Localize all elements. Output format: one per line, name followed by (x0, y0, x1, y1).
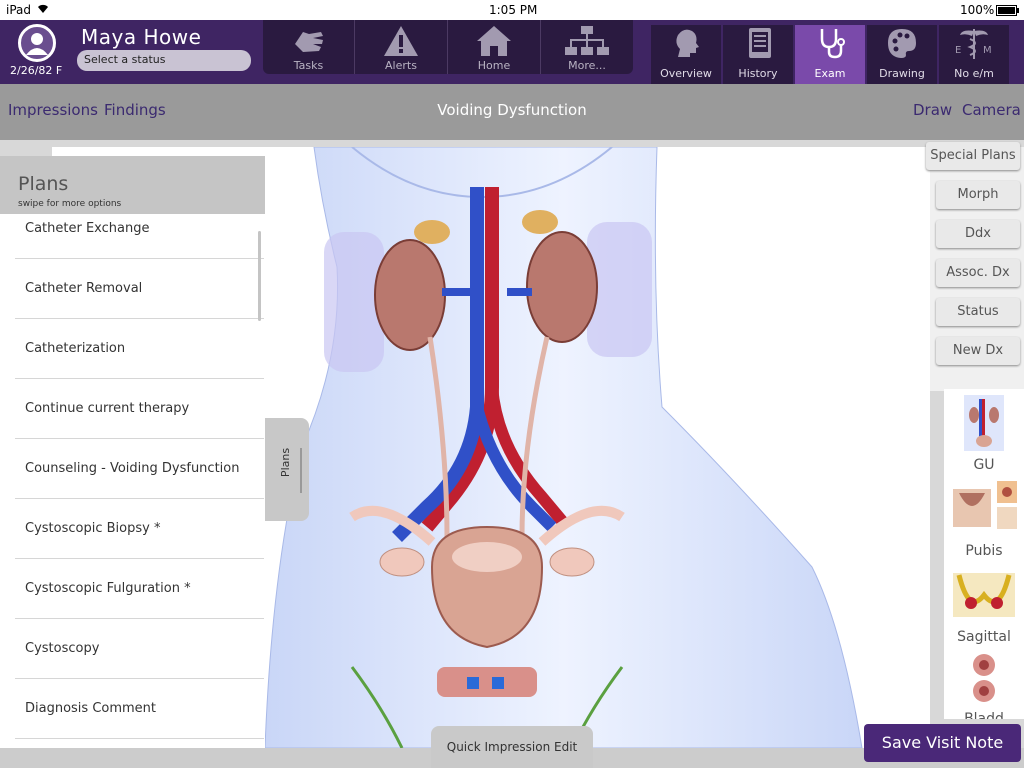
device-label: iPad (6, 3, 32, 17)
plans-scrollbar[interactable] (258, 231, 261, 321)
plans-drawer-tab[interactable]: Plans (265, 418, 309, 521)
nav-alerts[interactable]: Alerts (355, 20, 448, 74)
tab-overview[interactable]: Overview (651, 25, 721, 84)
top-navigation-bar: Maya Howe 2/26/82 F Select a status Task… (0, 20, 1024, 84)
thumb-pubis-label: Pubis (965, 543, 1003, 559)
thumb-sagittal-label: Sagittal (957, 629, 1011, 645)
plan-item[interactable]: Diagnosis Comment (15, 679, 264, 739)
assoc-dx-button[interactable]: Assoc. Dx (936, 259, 1020, 287)
save-visit-note-button[interactable]: Save Visit Note (864, 724, 1021, 762)
plan-item-label: Catheter Exchange (25, 221, 150, 236)
thumb-bladder[interactable]: Bladd (944, 651, 1024, 719)
camera-link[interactable]: Camera (962, 101, 1021, 119)
status-selector[interactable]: Select a status (77, 50, 251, 71)
new-dx-button[interactable]: New Dx (936, 337, 1020, 365)
svg-text:M: M (983, 45, 992, 56)
plans-tab-label: Plans (279, 447, 293, 478)
draw-link[interactable]: Draw (913, 101, 952, 119)
battery-percent: 100% (960, 3, 995, 17)
plan-item[interactable]: Cystoscopy (15, 619, 264, 679)
svg-text:E: E (955, 45, 961, 56)
tab-exam-label: Exam (814, 67, 846, 80)
nav-home[interactable]: Home (448, 20, 541, 74)
patient-avatar[interactable] (18, 24, 56, 62)
nav-tasks-label: Tasks (293, 59, 324, 72)
plan-item-label: Counseling - Voiding Dysfunction (25, 461, 240, 476)
plan-item[interactable]: Cystoscopic Fulguration * (15, 559, 264, 619)
plan-item[interactable]: Counseling - Voiding Dysfunction (15, 439, 264, 499)
status-button[interactable]: Status (936, 298, 1020, 326)
thumb-sagittal[interactable]: Sagittal (944, 565, 1024, 645)
warning-icon (384, 26, 418, 56)
plan-item[interactable]: Cystoscopic Biopsy * (15, 499, 264, 559)
plan-item-label: Continue current therapy (25, 401, 190, 416)
thumb-gu-label: GU (973, 457, 995, 473)
plan-item-label: Diagnosis Comment (25, 701, 157, 716)
tab-history[interactable]: History (723, 25, 793, 84)
stethoscope-icon (820, 29, 845, 59)
em-caduceus-icon: EM (955, 29, 992, 59)
bladder-thumbnail-image (973, 654, 995, 702)
hierarchy-icon (565, 26, 609, 55)
special-plans-button[interactable]: Special Plans (926, 142, 1020, 170)
tab-no-em[interactable]: EM No e/m (939, 25, 1009, 84)
pubis-thumbnail-image (953, 481, 1017, 529)
thumb-gu[interactable]: GU (944, 393, 1024, 473)
nav-more-label: More... (568, 59, 606, 72)
plan-item-label: Catheterization (25, 341, 126, 356)
tablet-icon (749, 28, 771, 58)
morph-button[interactable]: Morph (936, 181, 1020, 209)
exam-subbar: Impressions Findings Voiding Dysfunction… (0, 84, 1024, 140)
plan-item-label: Catheter Removal (25, 281, 143, 296)
ios-status-bar: iPad 1:05 PM 100% (0, 0, 1024, 20)
plans-subtitle: swipe for more options (18, 199, 122, 209)
plans-header-overlay: Plans swipe for more options (0, 156, 265, 214)
drag-handle-icon (300, 448, 302, 493)
palette-icon (888, 29, 916, 58)
nav-tasks[interactable]: Tasks (263, 20, 355, 74)
exam-title: Voiding Dysfunction (437, 101, 587, 119)
tab-drawing-label: Drawing (879, 67, 925, 80)
anatomy-thumbnails: GU Pubis Sagittal Bladd (944, 389, 1024, 719)
tab-overview-label: Overview (660, 67, 712, 80)
plans-title: Plans (18, 173, 69, 195)
plan-item-label: Cystoscopy (25, 641, 100, 656)
thumb-bladder-label: Bladd (964, 711, 1004, 719)
nav-home-label: Home (477, 59, 511, 72)
nav-alerts-label: Alerts (385, 59, 417, 72)
head-icon (676, 29, 699, 57)
sagittal-thumbnail-image (953, 573, 1015, 617)
thumb-pubis[interactable]: Pubis (944, 479, 1024, 559)
nav-more[interactable]: More... (541, 20, 633, 74)
tab-exam[interactable]: Exam (795, 25, 865, 84)
main-nav-group: Tasks Alerts Home More... (263, 20, 633, 74)
patient-dob-sex: 2/26/82 F (10, 64, 63, 77)
ddx-button[interactable]: Ddx (936, 220, 1020, 248)
plan-item[interactable]: Catheter Removal (15, 259, 264, 319)
clock: 1:05 PM (489, 3, 538, 17)
plan-item[interactable]: Catheterization (15, 319, 264, 379)
quick-impression-edit-button[interactable]: Quick Impression Edit (431, 726, 593, 768)
plan-item-label: Cystoscopic Biopsy * (25, 521, 161, 536)
plan-item[interactable]: Continue current therapy (15, 379, 264, 439)
tab-drawing[interactable]: Drawing (867, 25, 937, 84)
wifi-icon (36, 2, 50, 17)
home-icon (477, 26, 511, 56)
plans-panel: Plans swipe for more options Catheter Ex… (0, 156, 265, 748)
tab-history-label: History (738, 67, 778, 80)
patient-name: Maya Howe (81, 25, 202, 49)
gu-thumbnail-image (964, 395, 1004, 451)
plan-item-label: Cystoscopic Fulguration * (25, 581, 191, 596)
hand-icon (294, 32, 323, 52)
battery-icon (996, 5, 1020, 19)
tab-no-em-label: No e/m (954, 67, 994, 80)
